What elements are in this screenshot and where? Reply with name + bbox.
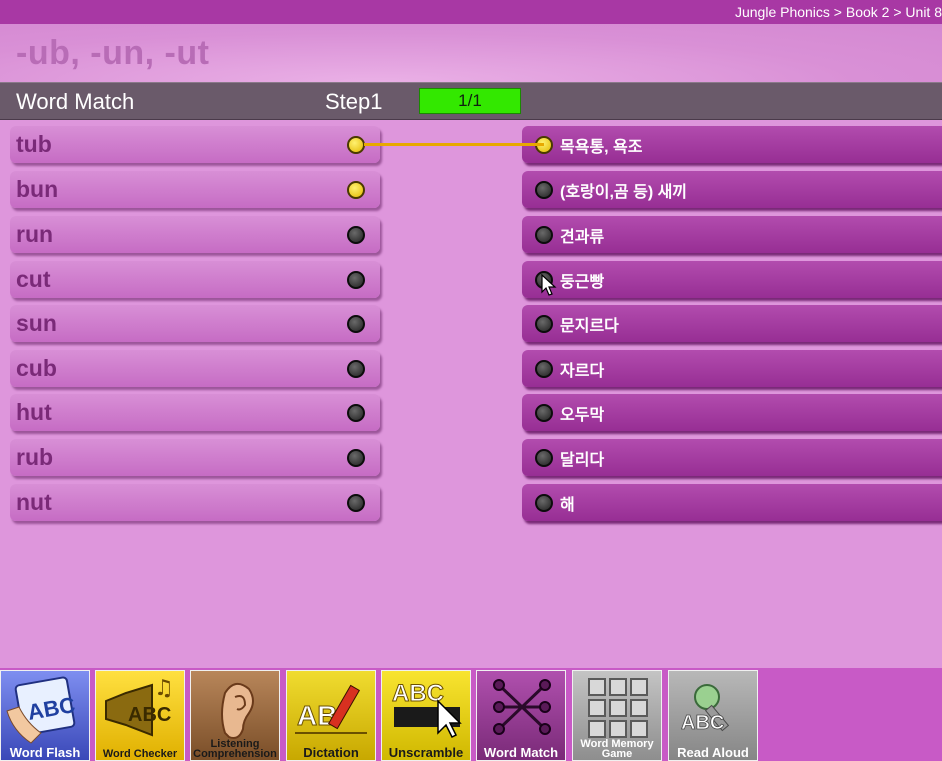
- word-flash-icon: ABC: [6, 676, 77, 744]
- pencil-abc-icon: AB: [295, 684, 367, 734]
- meaning-row[interactable]: 달리다: [522, 439, 942, 476]
- meaning-label: 견과류: [560, 229, 605, 246]
- word-connector-dot[interactable]: [347, 404, 365, 422]
- meaning-label: (호랑이,곰 등) 새끼: [560, 184, 688, 201]
- word-label: rub: [16, 444, 54, 470]
- meaning-label: 달리다: [560, 452, 605, 469]
- word-row-run[interactable]: run: [10, 216, 380, 253]
- microphone-icon: ABC: [681, 684, 730, 734]
- word-match-icon: [493, 679, 551, 735]
- meaning-connector-dot[interactable]: [535, 181, 553, 199]
- word-connector-dot[interactable]: [347, 271, 365, 289]
- word-connector-dot[interactable]: [347, 494, 365, 512]
- word-checker-icon: ABC ♫: [105, 676, 174, 737]
- match-connection-line: [364, 143, 544, 146]
- word-row-cub[interactable]: cub: [10, 350, 380, 387]
- tab-label: Listening Comprehension: [193, 738, 277, 760]
- meaning-connector-dot[interactable]: [535, 404, 553, 422]
- meaning-connector-dot[interactable]: [535, 226, 553, 244]
- page-title: -ub, -un, -ut: [16, 34, 210, 72]
- top-bar: Jungle Phonics > Book 2 > Unit 8: [0, 0, 942, 24]
- meaning-label: 둥근빵: [560, 274, 605, 291]
- meaning-row[interactable]: 목욕통, 욕조: [522, 126, 942, 163]
- tab-word-memory-game[interactable]: Word Memory Game: [572, 670, 662, 761]
- word-label: nut: [16, 489, 52, 515]
- svg-text:ABC: ABC: [392, 680, 444, 707]
- word-label: sun: [16, 310, 57, 336]
- meaning-row[interactable]: 둥근빵: [522, 261, 942, 298]
- word-row-tub[interactable]: tub: [10, 126, 380, 163]
- meaning-label: 자르다: [560, 363, 605, 380]
- svg-text:AB: AB: [297, 700, 337, 731]
- progress-text: 1/1: [458, 91, 482, 110]
- meaning-connector-dot[interactable]: [535, 449, 553, 467]
- word-connector-dot[interactable]: [347, 226, 365, 244]
- meaning-connector-dot[interactable]: [535, 315, 553, 333]
- tab-word-flash[interactable]: ABC Word Flash: [0, 670, 90, 761]
- meaning-row[interactable]: 해: [522, 484, 942, 521]
- tab-unscramble[interactable]: ABC Unscramble: [381, 670, 471, 761]
- meaning-label: 해: [560, 497, 575, 514]
- word-label: hut: [16, 399, 52, 425]
- meaning-row[interactable]: 견과류: [522, 216, 942, 253]
- meaning-label: 문지르다: [560, 318, 619, 335]
- tab-dictation[interactable]: AB Dictation: [286, 670, 376, 761]
- meaning-connector-dot[interactable]: [535, 494, 553, 512]
- meaning-row[interactable]: (호랑이,곰 등) 새끼: [522, 171, 942, 208]
- word-row-bun[interactable]: bun: [10, 171, 380, 208]
- tab-label: Word Match: [483, 745, 559, 760]
- word-connector-dot[interactable]: [347, 136, 365, 154]
- word-label: tub: [16, 131, 52, 157]
- activity-title: Word Match: [16, 89, 135, 114]
- unit-header: -ub, -un, -ut: [0, 24, 942, 82]
- meaning-label: 오두막: [560, 407, 605, 424]
- meaning-row[interactable]: 오두막: [522, 394, 942, 431]
- word-row-sun[interactable]: sun: [10, 305, 380, 342]
- word-row-rub[interactable]: rub: [10, 439, 380, 476]
- word-label: cut: [16, 266, 51, 292]
- svg-text:♫: ♫: [154, 676, 174, 701]
- word-connector-dot[interactable]: [347, 181, 365, 199]
- meaning-connector-dot[interactable]: [535, 360, 553, 378]
- meaning-label: 목욕통, 욕조: [560, 139, 643, 156]
- meaning-row[interactable]: 자르다: [522, 350, 942, 387]
- word-row-cut[interactable]: cut: [10, 261, 380, 298]
- tab-read-aloud[interactable]: ABC Read Aloud: [668, 670, 758, 761]
- tab-label: Dictation: [303, 745, 359, 760]
- step-label: Step1: [325, 89, 383, 114]
- word-label: bun: [16, 176, 59, 202]
- word-connector-dot[interactable]: [347, 315, 365, 333]
- word-label: run: [16, 221, 54, 247]
- meaning-row[interactable]: 문지르다: [522, 305, 942, 342]
- tab-word-checker[interactable]: ABC ♫ Word Checker: [95, 670, 185, 761]
- tab-label: Read Aloud: [677, 745, 749, 760]
- breadcrumb: Jungle Phonics > Book 2 > Unit 8: [734, 4, 942, 20]
- word-connector-dot[interactable]: [347, 449, 365, 467]
- tab-label: Unscramble: [388, 745, 464, 760]
- word-connector-dot[interactable]: [347, 360, 365, 378]
- word-label: cub: [16, 355, 57, 381]
- tab-listening-comprehension[interactable]: Listening Comprehension: [190, 670, 280, 761]
- tab-label: Word Memory Game: [580, 738, 654, 760]
- tab-label: Word Flash: [9, 745, 81, 760]
- step-bar: Word Match Step1 1/1: [0, 82, 942, 120]
- svg-text:ABC: ABC: [681, 712, 724, 734]
- tab-label: Word Checker: [102, 748, 178, 760]
- word-row-hut[interactable]: hut: [10, 394, 380, 431]
- progress-indicator: 1/1: [419, 88, 521, 114]
- word-row-nut[interactable]: nut: [10, 484, 380, 521]
- mouse-cursor-icon: [541, 274, 557, 296]
- unscramble-icon: ABC: [392, 680, 462, 739]
- svg-text:ABC: ABC: [128, 704, 171, 726]
- tab-word-match[interactable]: Word Match: [476, 670, 566, 761]
